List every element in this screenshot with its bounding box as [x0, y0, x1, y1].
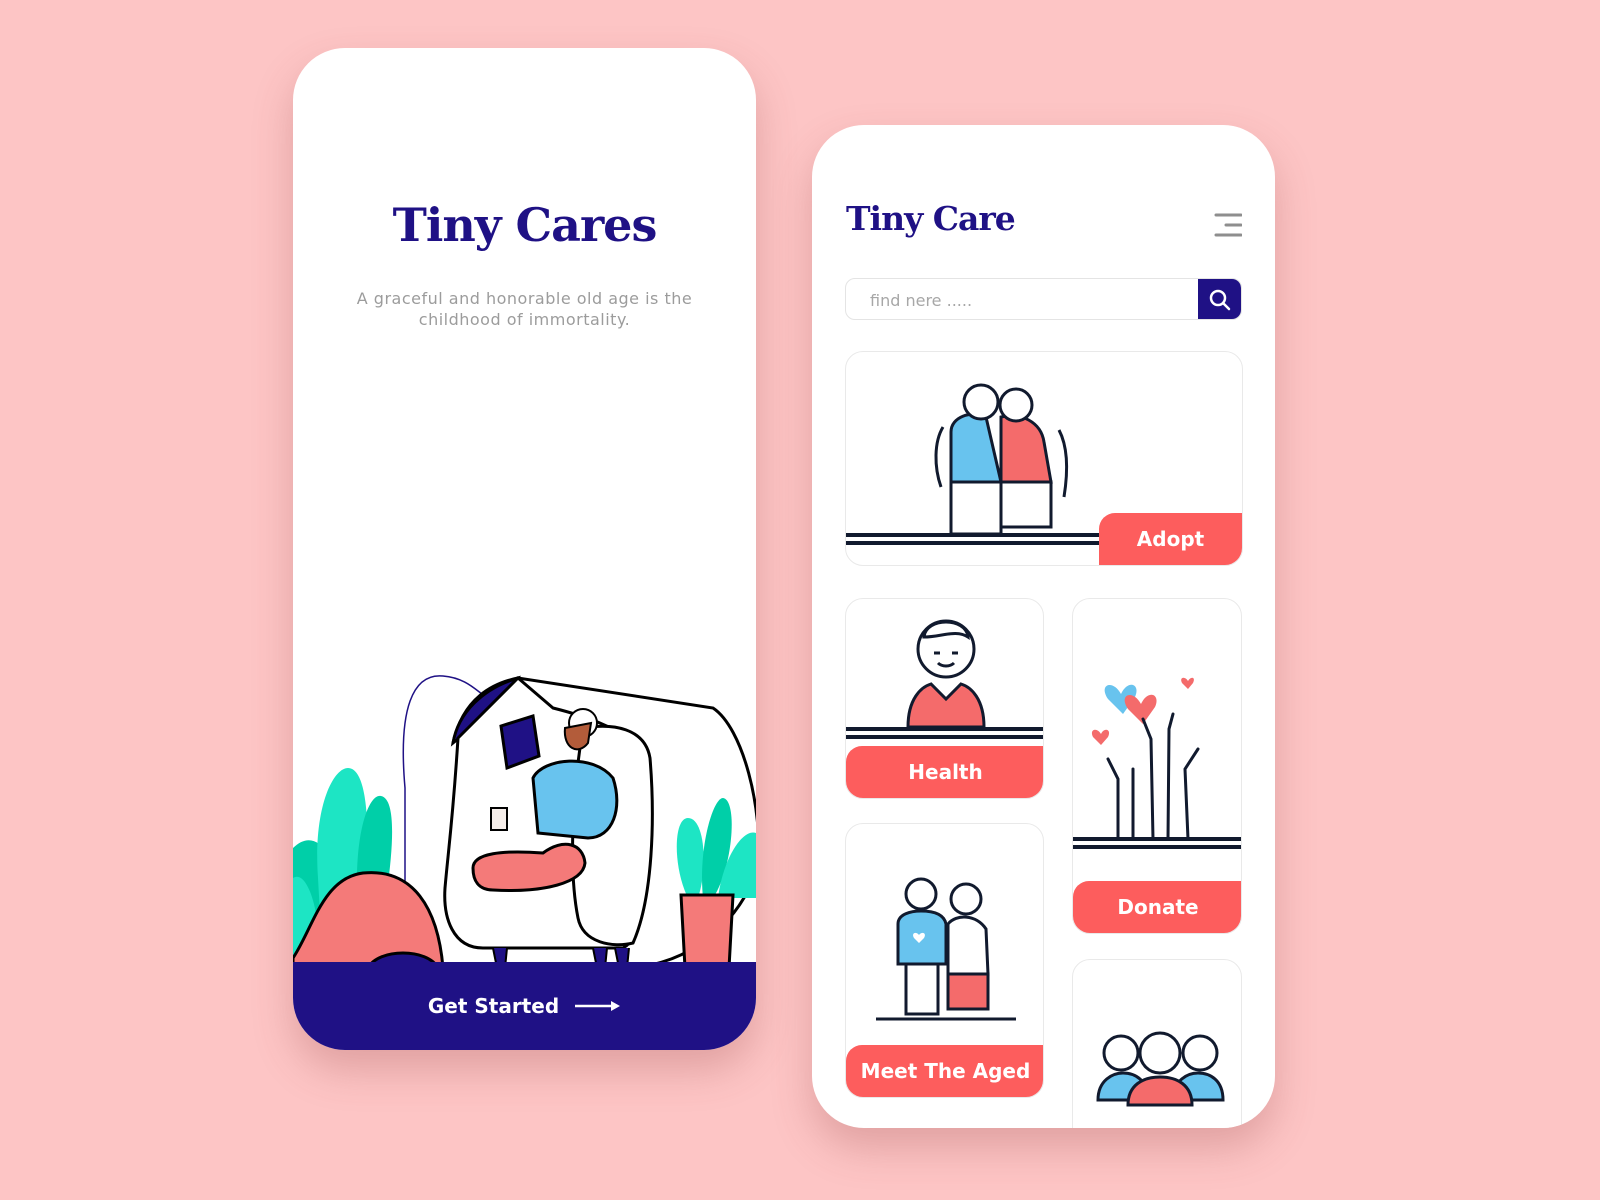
- health-button[interactable]: Health: [846, 746, 1043, 798]
- tagline: A graceful and honorable old age is the …: [356, 289, 693, 329]
- community-card[interactable]: [1072, 959, 1242, 1128]
- young-man-with-elder-icon: [876, 877, 1016, 1021]
- search-icon: [1209, 289, 1230, 310]
- onboarding-screen: Tiny Cares A graceful and honorable old …: [293, 48, 756, 1050]
- hamburger-menu-icon[interactable]: [1214, 211, 1242, 239]
- get-started-label: Get Started: [427, 994, 560, 1018]
- adopt-button[interactable]: Adopt: [1099, 513, 1242, 565]
- search-input[interactable]: [868, 279, 1192, 319]
- search-button[interactable]: [1198, 279, 1241, 319]
- app-title: Tiny Care: [846, 199, 1016, 238]
- arrow-right-icon: [575, 1001, 621, 1011]
- adopt-card[interactable]: Adopt: [845, 351, 1243, 566]
- get-started-button[interactable]: Get Started: [293, 962, 756, 1050]
- health-card[interactable]: Health: [845, 598, 1044, 799]
- home-screen: Tiny Care Adopt: [812, 125, 1275, 1128]
- reading-elder-illustration: [293, 675, 756, 968]
- group-of-people-icon: [1096, 1031, 1225, 1107]
- meet-the-aged-card[interactable]: Meet The Aged: [845, 823, 1044, 1098]
- search-bar: [845, 278, 1242, 320]
- doctor-icon: [846, 619, 1043, 739]
- meet-the-aged-button[interactable]: Meet The Aged: [846, 1045, 1043, 1097]
- donate-button[interactable]: Donate: [1073, 881, 1241, 933]
- app-title: Tiny Cares: [392, 198, 658, 252]
- raised-hands-hearts-icon: [1073, 677, 1241, 849]
- donate-card[interactable]: Donate: [1072, 598, 1242, 934]
